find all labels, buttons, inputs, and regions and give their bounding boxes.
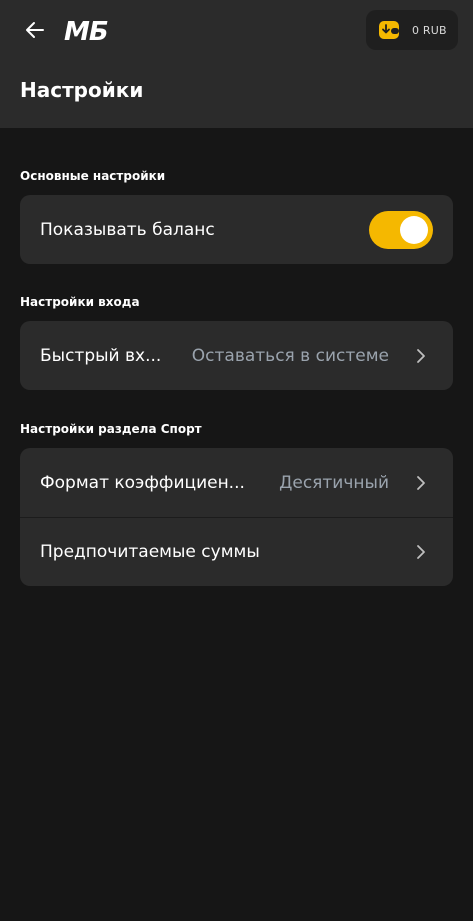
preferred-amounts-label: Предпочитаемые суммы <box>40 542 260 562</box>
quick-login-row[interactable]: Быстрый вх... Оставаться в системе <box>20 321 453 390</box>
chevron-right-icon <box>417 475 425 490</box>
quick-login-value: Оставаться в системе <box>191 345 389 366</box>
chevron-right-icon <box>417 545 425 559</box>
section-label-sport: Настройки раздела Спорт <box>20 422 202 436</box>
section-label-login: Настройки входа <box>20 295 140 309</box>
section-label-main: Основные настройки <box>20 169 166 183</box>
settings-card-main: Показывать баланс <box>20 195 453 264</box>
settings-card-login: Быстрый вх... Оставаться в системе <box>20 321 453 390</box>
toggle-knob <box>400 215 428 244</box>
settings-card-sport: Формат коэффициен... Десятичный Предпочи… <box>20 448 453 586</box>
balance-button[interactable]: 0 RUB <box>366 10 458 50</box>
show-balance-row[interactable]: Показывать баланс <box>20 195 453 264</box>
app-logo[interactable]: МБ <box>64 16 126 47</box>
arrow-left-icon <box>26 22 44 38</box>
app-header: МБ 0 RUB Настройки <box>0 0 473 128</box>
odds-format-row[interactable]: Формат коэффициен... Десятичный <box>20 448 453 517</box>
show-balance-label: Показывать баланс <box>40 219 215 240</box>
quick-login-label: Быстрый вх... <box>40 345 162 366</box>
chevron-right-icon <box>417 348 425 363</box>
preferred-amounts-row[interactable]: Предпочитаемые суммы <box>20 517 453 586</box>
svg-text:МБ: МБ <box>64 17 108 44</box>
page-title: Настройки <box>20 78 144 102</box>
balance-amount: 0 RUB <box>412 23 447 37</box>
back-button[interactable] <box>20 16 50 44</box>
show-balance-toggle[interactable] <box>369 210 433 249</box>
odds-format-value: Десятичный <box>279 472 389 493</box>
odds-format-label: Формат коэффициен... <box>40 472 245 493</box>
wallet-icon <box>379 21 399 39</box>
